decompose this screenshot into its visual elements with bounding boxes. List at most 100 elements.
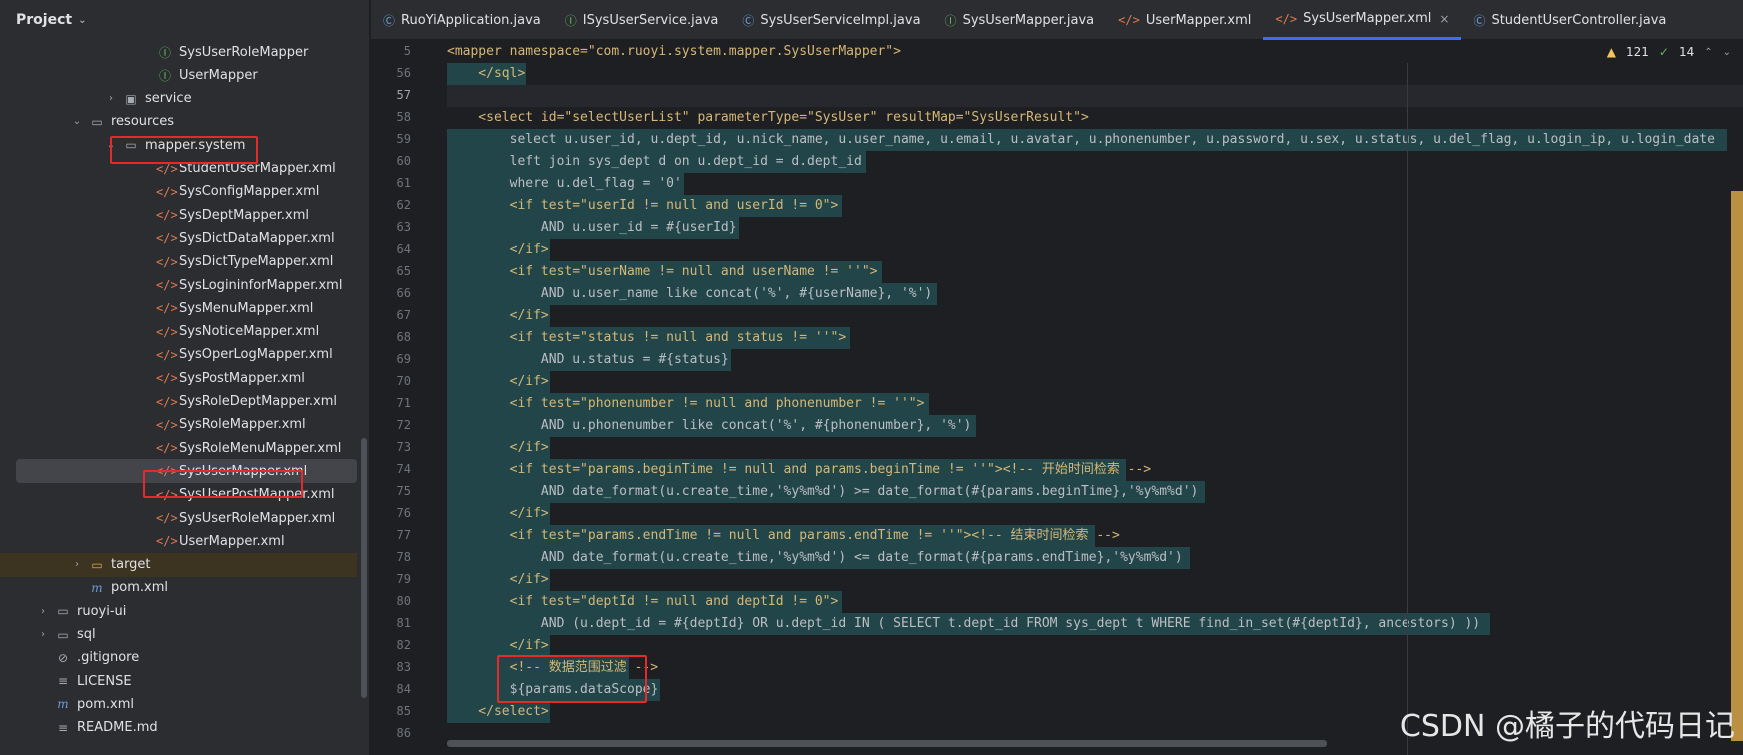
tree-item[interactable]: </> SysConfigMapper.xml: [0, 180, 357, 204]
expand-down-icon[interactable]: ⌄: [70, 116, 84, 127]
tree-item[interactable]: </> SysLogininforMapper.xml: [0, 273, 357, 297]
code-line[interactable]: <if test="params.beginTime != null and p…: [447, 459, 1743, 481]
code-line[interactable]: </if>: [447, 305, 1743, 327]
code-line[interactable]: </if>: [447, 503, 1743, 525]
tree-item[interactable]: </> SysDictTypeMapper.xml: [0, 250, 357, 274]
code-line[interactable]: <if test="userId != null and userId != 0…: [447, 195, 1743, 217]
editor-tab[interactable]: </> UserMapper.xml: [1106, 0, 1263, 40]
code-text: AND date_format(u.create_time,'%y%m%d') …: [447, 550, 1183, 565]
tree-item[interactable]: ≡ LICENSE: [0, 669, 357, 693]
tree-item[interactable]: </> SysDictDataMapper.xml: [0, 226, 357, 250]
tree-item[interactable]: Ⓘ UserMapper: [0, 63, 357, 87]
editor-tab[interactable]: Ⓘ SysUserMapper.java: [933, 0, 1107, 40]
code-line[interactable]: where u.del_flag = '0': [447, 173, 1743, 195]
code-text: <if test="status != null and status != '…: [447, 330, 847, 345]
tree-item[interactable]: › ▭ target: [0, 552, 357, 577]
code-line[interactable]: ${params.dataScope}: [447, 679, 1743, 701]
close-icon[interactable]: ×: [1439, 12, 1449, 26]
inspection-widget[interactable]: ▲ 121 ✓ 14 ⌃ ⌄: [1598, 41, 1731, 63]
code-line[interactable]: </if>: [447, 569, 1743, 591]
code-line[interactable]: </if>: [447, 635, 1743, 657]
project-view-selector[interactable]: Project ⌄: [0, 0, 369, 40]
tree-item[interactable]: m pom.xml: [0, 576, 357, 600]
code-line[interactable]: </if>: [447, 239, 1743, 261]
line-number: 82: [396, 638, 411, 652]
tree-item-label: pom.xml: [111, 580, 168, 596]
tree-item[interactable]: › ▭ ruoyi-ui: [0, 599, 357, 623]
tree-item[interactable]: </> SysNoticeMapper.xml: [0, 320, 357, 344]
code-line[interactable]: AND (u.dept_id = #{deptId} OR u.dept_id …: [447, 613, 1743, 635]
tree-item[interactable]: </> SysUserPostMapper.xml: [0, 483, 357, 507]
tree-item-label: .gitignore: [77, 650, 140, 666]
code-line[interactable]: AND u.phonenumber like concat('%', #{pho…: [447, 415, 1743, 437]
code-line[interactable]: select u.user_id, u.dept_id, u.nick_name…: [447, 129, 1743, 151]
code-line[interactable]: </if>: [447, 371, 1743, 393]
expand-down-icon[interactable]: ⌄: [104, 140, 118, 151]
code-line[interactable]: <!-- 数据范围过滤 -->: [447, 657, 1743, 679]
code-line[interactable]: <if test="deptId != null and deptId != 0…: [447, 591, 1743, 613]
tree-item[interactable]: </> StudentUserMapper.xml: [0, 157, 357, 181]
project-scrollbar[interactable]: [361, 438, 367, 698]
tree-item[interactable]: ⊘ .gitignore: [0, 646, 357, 670]
tree-item[interactable]: </> SysDeptMapper.xml: [0, 203, 357, 227]
line-number: 80: [396, 594, 411, 608]
editor-tab[interactable]: Ⓒ StudentUserController.java: [1461, 0, 1678, 40]
code-line[interactable]: left join sys_dept d on u.dept_id = d.de…: [447, 151, 1743, 173]
tree-item[interactable]: </> UserMapper.xml: [0, 529, 357, 553]
code-text: <!-- 数据范围过滤 -->: [447, 660, 659, 675]
tree-item[interactable]: Ⓘ SysUserRoleMapper: [0, 40, 357, 64]
code-line[interactable]: <if test="params.endTime != null and par…: [447, 525, 1743, 547]
code-text: left join sys_dept d on u.dept_id = d.de…: [447, 154, 862, 169]
tree-item[interactable]: </> SysPostMapper.xml: [0, 366, 357, 390]
code-line[interactable]: AND u.user_id = #{userId}: [447, 217, 1743, 239]
line-number: 81: [396, 616, 411, 630]
code-line[interactable]: AND date_format(u.create_time,'%y%m%d') …: [447, 547, 1743, 569]
tree-item[interactable]: m pom.xml: [0, 692, 357, 716]
chevron-down-icon[interactable]: ⌄: [1723, 47, 1731, 58]
tree-item[interactable]: </> SysRoleMenuMapper.xml: [0, 436, 357, 460]
tree-item[interactable]: </> SysMenuMapper.xml: [0, 296, 357, 320]
expand-right-icon[interactable]: ›: [104, 93, 118, 104]
tree-item[interactable]: </> SysRoleDeptMapper.xml: [0, 390, 357, 414]
tree-item[interactable]: ⌄ ▭ resources: [0, 110, 357, 134]
code-line[interactable]: <mapper namespace="com.ruoyi.system.mapp…: [447, 41, 1743, 63]
tree-item[interactable]: ≡ README.md: [0, 716, 357, 740]
tree-item-label: SysLogininforMapper.xml: [179, 277, 343, 293]
horizontal-scrollbar[interactable]: [447, 740, 1327, 747]
text-file-icon: ≡: [57, 720, 69, 735]
code-line[interactable]: </if>: [447, 437, 1743, 459]
code-area[interactable]: <mapper namespace="com.ruoyi.system.mapp…: [447, 41, 1743, 755]
editor-tab[interactable]: Ⓒ RuoYiApplication.java: [371, 0, 553, 40]
tree-item[interactable]: </> SysUserMapper.xml: [16, 459, 357, 484]
code-line[interactable]: AND u.status = #{status}: [447, 349, 1743, 371]
editor-tab[interactable]: </> SysUserMapper.xml ×: [1263, 0, 1462, 40]
code-line[interactable]: AND date_format(u.create_time,'%y%m%d') …: [447, 481, 1743, 503]
tree-item[interactable]: </> SysRoleMapper.xml: [0, 413, 357, 437]
expand-right-icon[interactable]: ›: [36, 629, 50, 640]
code-text: </if>: [447, 572, 549, 587]
line-number: 70: [396, 374, 411, 388]
editor-tab[interactable]: Ⓒ SysUserServiceImpl.java: [730, 0, 932, 40]
tree-item[interactable]: › ▭ sql: [0, 623, 357, 647]
tree-item[interactable]: </> SysOperLogMapper.xml: [0, 343, 357, 367]
code-editor[interactable]: 5 56 57 58 59 60 61 62 63 64 65 66 67 68 69 70 71 72 73 74 7…: [371, 41, 1743, 755]
editor-tab[interactable]: Ⓘ ISysUserService.java: [553, 0, 731, 40]
code-line[interactable]: <select id="selectUserList" parameterTyp…: [447, 107, 1743, 129]
chevron-up-icon[interactable]: ⌃: [1704, 47, 1712, 58]
tree-item-label: SysMenuMapper.xml: [179, 300, 314, 316]
tree-item[interactable]: </> SysUserRoleMapper.xml: [0, 506, 357, 530]
code-line[interactable]: [447, 85, 1743, 107]
code-line[interactable]: <if test="userName != null and userName …: [447, 261, 1743, 283]
tree-item[interactable]: › ▣ service: [0, 87, 357, 111]
tree-item[interactable]: ⌄ ▭ mapper.system: [0, 133, 357, 157]
tree-item-label: LICENSE: [77, 673, 132, 689]
expand-right-icon[interactable]: ›: [70, 559, 84, 570]
folder-icon: ▭: [91, 114, 103, 129]
xml-icon: </>: [156, 464, 178, 479]
code-line[interactable]: <if test="status != null and status != '…: [447, 327, 1743, 349]
code-line[interactable]: </sql>: [447, 63, 1743, 85]
expand-right-icon[interactable]: ›: [36, 606, 50, 617]
vertical-scrollbar-marks[interactable]: [1731, 191, 1743, 741]
code-line[interactable]: AND u.user_name like concat('%', #{userN…: [447, 283, 1743, 305]
code-line[interactable]: <if test="phonenumber != null and phonen…: [447, 393, 1743, 415]
